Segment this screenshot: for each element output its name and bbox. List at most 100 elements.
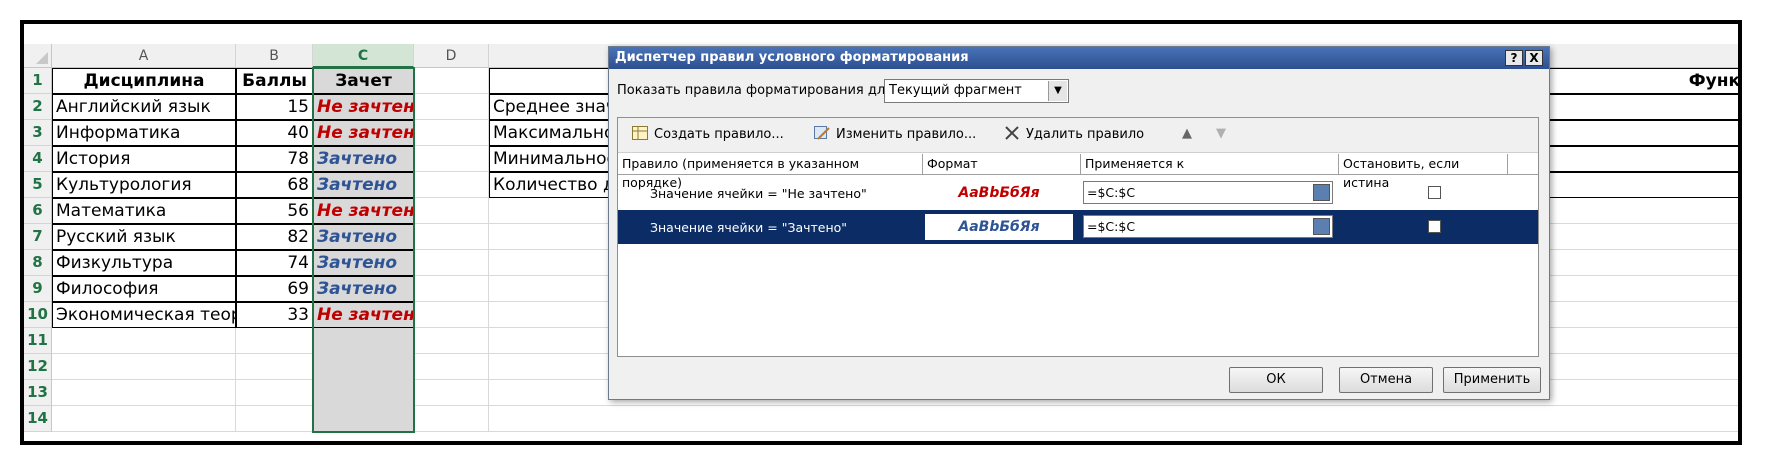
close-button[interactable]: X <box>1525 50 1543 66</box>
cell-c13[interactable] <box>313 380 414 406</box>
cell-a8[interactable]: Физкультура <box>52 250 236 276</box>
cell-d3[interactable] <box>414 120 489 146</box>
cell-c2[interactable]: Не зачтено <box>313 94 414 120</box>
cell-c14[interactable] <box>313 406 414 432</box>
chevron-down-icon[interactable]: ▼ <box>1048 81 1067 101</box>
cell-b4[interactable]: 78 <box>236 146 313 172</box>
rule-description: Значение ячейки = "Не зачтено" <box>650 186 867 201</box>
stop-if-true-checkbox[interactable] <box>1428 186 1441 199</box>
cell-c9[interactable]: Зачтено <box>313 276 414 302</box>
row-header[interactable]: 7 <box>24 224 52 250</box>
move-down-arrow-icon[interactable]: ▼ <box>1216 126 1226 141</box>
cancel-button[interactable]: Отмена <box>1339 367 1433 393</box>
rules-toolbar: Создать правило... Изменить правило... У… <box>618 118 1538 153</box>
column-header-d[interactable]: D <box>414 44 489 68</box>
cell-c6[interactable]: Не зачтено <box>313 198 414 224</box>
column-header-b[interactable]: B <box>236 44 313 68</box>
row-header[interactable]: 9 <box>24 276 52 302</box>
apply-button[interactable]: Применить <box>1443 367 1541 393</box>
cell-d5[interactable] <box>414 172 489 198</box>
cell-b13[interactable] <box>236 380 313 406</box>
cell-d10[interactable] <box>414 302 489 328</box>
scope-select[interactable]: Текущий фрагмент ▼ <box>884 79 1069 103</box>
row-header[interactable]: 12 <box>24 354 52 380</box>
cell-a13[interactable] <box>52 380 236 406</box>
cell-c1[interactable]: Зачет <box>313 68 414 94</box>
row-header[interactable]: 13 <box>24 380 52 406</box>
cell-b9[interactable]: 69 <box>236 276 313 302</box>
cell-c7[interactable]: Зачтено <box>313 224 414 250</box>
cell-a7[interactable]: Русский язык <box>52 224 236 250</box>
cell-c8[interactable]: Зачтено <box>313 250 414 276</box>
cell-a10[interactable]: Экономическая теория <box>52 302 236 328</box>
cell-d4[interactable] <box>414 146 489 172</box>
cell-b11[interactable] <box>236 328 313 354</box>
dialog-title-bar: Диспетчер правил условного форматировани… <box>609 47 1549 69</box>
column-header-a[interactable]: A <box>52 44 236 68</box>
row-header[interactable]: 10 <box>24 302 52 328</box>
applies-to-field[interactable]: =$C:$C <box>1083 181 1333 204</box>
cell-a5[interactable]: Культурология <box>52 172 236 198</box>
rule-row-selected[interactable]: Значение ячейки = "Зачтено" АаBbБбЯя =$C… <box>618 210 1538 244</box>
cell-a2[interactable]: Английский язык <box>52 94 236 120</box>
cell-a12[interactable] <box>52 354 236 380</box>
cell-d6[interactable] <box>414 198 489 224</box>
cell-d11[interactable] <box>414 328 489 354</box>
ok-button[interactable]: ОК <box>1229 367 1323 393</box>
cell-d2[interactable] <box>414 94 489 120</box>
cell-a1[interactable]: Дисциплина <box>52 68 236 94</box>
row-header[interactable]: 11 <box>24 328 52 354</box>
applies-to-field[interactable]: =$C:$C <box>1083 215 1333 238</box>
cell-a4[interactable]: История <box>52 146 236 172</box>
cell-b14[interactable] <box>236 406 313 432</box>
cell-d8[interactable] <box>414 250 489 276</box>
rules-grid-header: Правило (применяется в указанном порядке… <box>618 154 1538 190</box>
cell-b6[interactable]: 56 <box>236 198 313 224</box>
cell-a14[interactable] <box>52 406 236 432</box>
cell-c4[interactable]: Зачтено <box>313 146 414 172</box>
cell-b8[interactable]: 74 <box>236 250 313 276</box>
cell-b7[interactable]: 82 <box>236 224 313 250</box>
cell-c3[interactable]: Не зачтено <box>313 120 414 146</box>
cell-b12[interactable] <box>236 354 313 380</box>
help-button[interactable]: ? <box>1505 50 1523 66</box>
row-header[interactable]: 6 <box>24 198 52 224</box>
stop-if-true-checkbox[interactable] <box>1428 220 1441 233</box>
cell-b3[interactable]: 40 <box>236 120 313 146</box>
row-header[interactable]: 1 <box>24 68 52 94</box>
move-up-arrow-icon[interactable]: ▲ <box>1182 126 1192 141</box>
row-header[interactable]: 2 <box>24 94 52 120</box>
cell-b5[interactable]: 68 <box>236 172 313 198</box>
cell-d13[interactable] <box>414 380 489 406</box>
cell-d7[interactable] <box>414 224 489 250</box>
cell-d1[interactable] <box>414 68 489 94</box>
cell-c5[interactable]: Зачтено <box>313 172 414 198</box>
row-header[interactable]: 8 <box>24 250 52 276</box>
range-select-icon[interactable] <box>1313 184 1330 201</box>
edit-rule-button[interactable]: Изменить правило... <box>814 126 976 142</box>
cell-c10[interactable]: Не зачтено <box>313 302 414 328</box>
cell-e14[interactable] <box>489 406 1738 432</box>
cell-c11[interactable] <box>313 328 414 354</box>
new-rule-button[interactable]: Создать правило... <box>632 126 784 142</box>
cell-d14[interactable] <box>414 406 489 432</box>
column-header-c[interactable]: C <box>313 44 414 68</box>
cell-b2[interactable]: 15 <box>236 94 313 120</box>
cell-b10[interactable]: 33 <box>236 302 313 328</box>
cell-c12[interactable] <box>313 354 414 380</box>
row-header[interactable]: 14 <box>24 406 52 432</box>
row-header[interactable]: 4 <box>24 146 52 172</box>
rule-row[interactable]: Значение ячейки = "Не зачтено" АаBbБбЯя … <box>618 176 1538 210</box>
delete-rule-button[interactable]: Удалить правило <box>1004 126 1144 142</box>
range-select-icon[interactable] <box>1313 218 1330 235</box>
cell-a3[interactable]: Информатика <box>52 120 236 146</box>
select-all-corner[interactable] <box>24 44 52 68</box>
cell-d9[interactable] <box>414 276 489 302</box>
cell-a11[interactable] <box>52 328 236 354</box>
row-header[interactable]: 3 <box>24 120 52 146</box>
cell-a9[interactable]: Философия <box>52 276 236 302</box>
cell-a6[interactable]: Математика <box>52 198 236 224</box>
row-header[interactable]: 5 <box>24 172 52 198</box>
cell-b1[interactable]: Баллы <box>236 68 313 94</box>
cell-d12[interactable] <box>414 354 489 380</box>
